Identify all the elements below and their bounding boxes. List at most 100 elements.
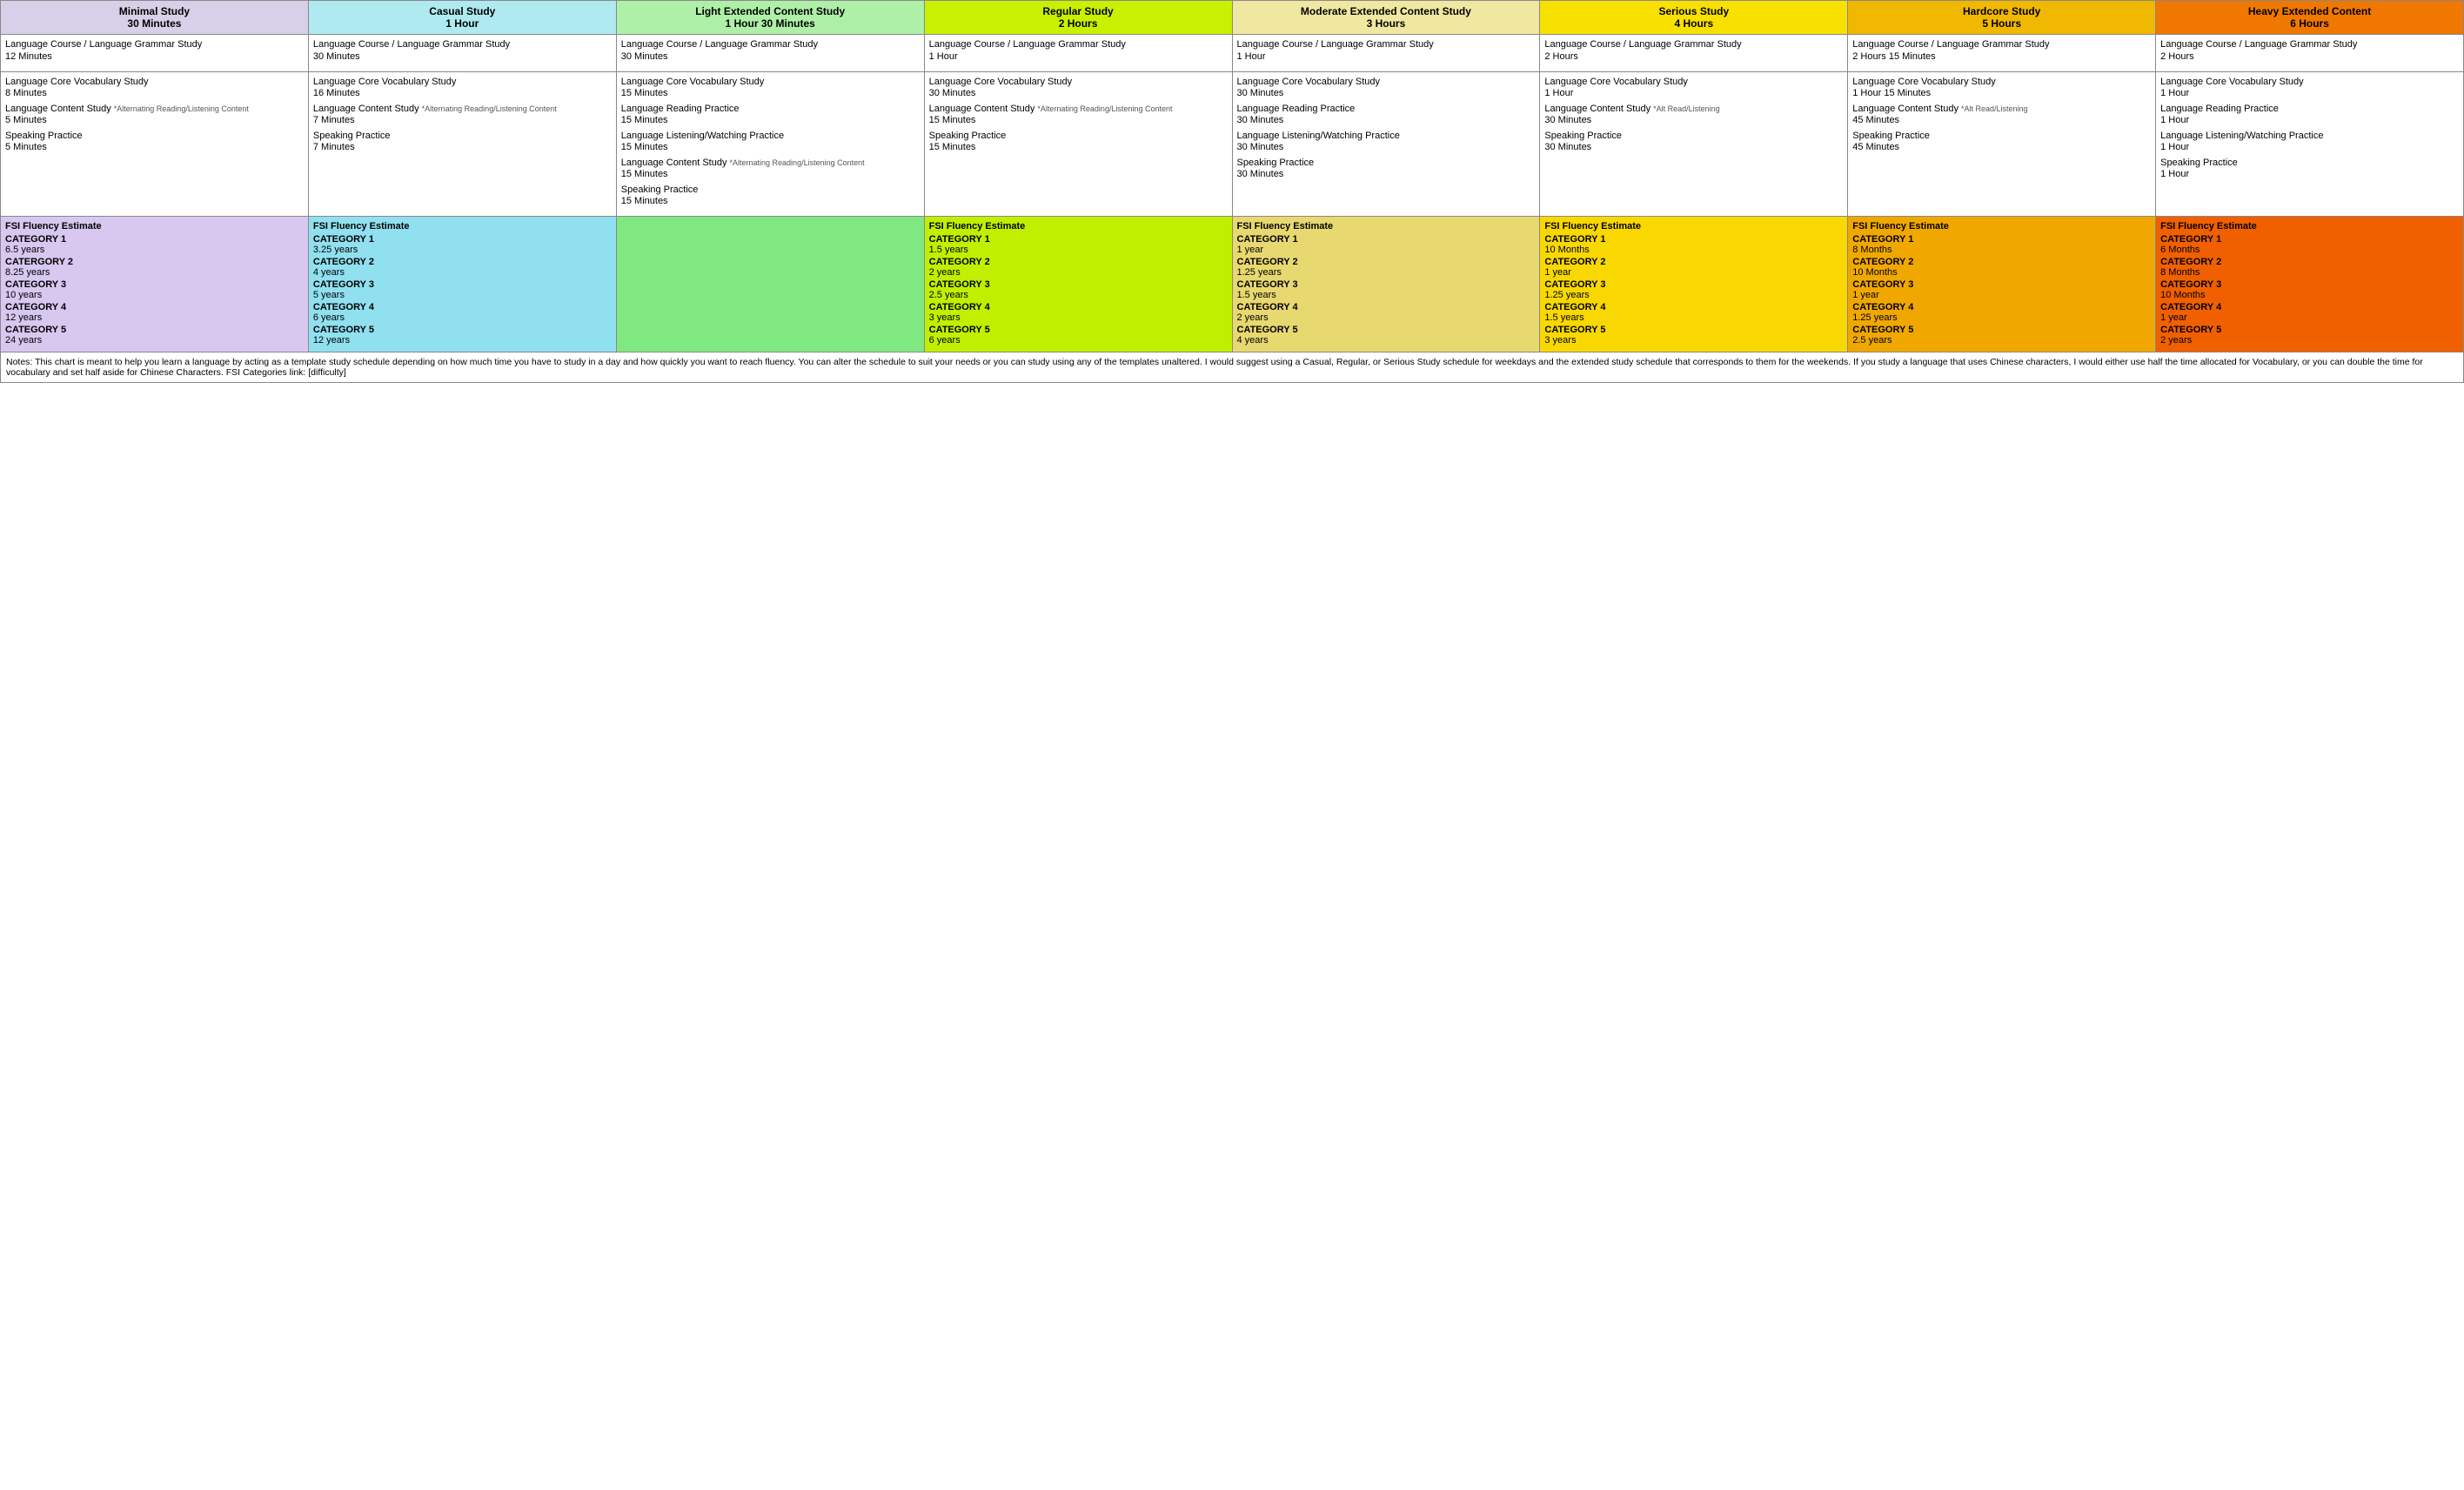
fluency-category: CATEGORY 4 <box>5 302 304 312</box>
fluency-value: 1 year <box>1852 290 2151 300</box>
activity-time: 12 Minutes <box>5 51 304 62</box>
activity-name: Speaking Practice <box>621 185 920 195</box>
activity-time: 1 Hour <box>2160 115 2459 125</box>
activity-name: Language Core Vocabulary Study <box>5 77 304 87</box>
grammar-cell-moderate: Language Course / Language Grammar Study… <box>1232 35 1540 72</box>
fluency-category: CATEGORY 2 <box>1852 257 2151 267</box>
activities-cell-hardcore: Language Core Vocabulary Study1 Hour 15 … <box>1848 72 2156 217</box>
fluency-cell-light <box>616 217 924 352</box>
activity-time: 30 Minutes <box>1544 115 1843 125</box>
activities-cell-regular: Language Core Vocabulary Study30 Minutes… <box>924 72 1232 217</box>
activity-time: 15 Minutes <box>621 196 920 206</box>
notes-row: Notes: This chart is meant to help you l… <box>1 352 2464 383</box>
fluency-category: CATEGORY 1 <box>1544 234 1843 245</box>
grammar-row: Language Course / Language Grammar Study… <box>1 35 2464 72</box>
activity-note: *Alternating Reading/Listening Content <box>114 104 249 113</box>
fluency-value: 2 years <box>929 267 1228 278</box>
study-schedule-table: Minimal Study30 MinutesCasual Study1 Hou… <box>0 0 2464 383</box>
activity-name: Language Core Vocabulary Study <box>2160 77 2459 87</box>
fluency-value: 12 years <box>313 335 612 346</box>
fluency-value: 10 Months <box>1852 267 2151 278</box>
fluency-cell-heavy: FSI Fluency EstimateCATEGORY 16 MonthsCA… <box>2156 217 2464 352</box>
activity-name: Language Core Vocabulary Study <box>313 77 612 87</box>
col-title: Heavy Extended Content <box>2161 5 2458 17</box>
activity-name: Language Content Study *Alt Read/Listeni… <box>1544 104 1843 114</box>
fluency-category: CATEGORY 2 <box>929 257 1228 267</box>
fluency-value: 1.5 years <box>1237 290 1536 300</box>
fluency-value: 24 years <box>5 335 304 346</box>
activity-name: Speaking Practice <box>1237 158 1536 168</box>
activity-note: *Alternating Reading/Listening Content <box>730 158 865 167</box>
fluency-category: CATEGORY 5 <box>929 325 1228 335</box>
fluency-category: CATEGORY 1 <box>313 234 612 245</box>
activity-time: 30 Minutes <box>1544 142 1843 152</box>
activities-cell-casual: Language Core Vocabulary Study16 Minutes… <box>308 72 616 217</box>
fluency-category: CATEGORY 4 <box>929 302 1228 312</box>
activity-time: 15 Minutes <box>621 142 920 152</box>
col-duration: 1 Hour <box>314 17 611 30</box>
fluency-category: CATEGORY 4 <box>1852 302 2151 312</box>
activity-time: 30 Minutes <box>1237 142 1536 152</box>
activity-time: 1 Hour <box>2160 142 2459 152</box>
activity-name: Language Listening/Watching Practice <box>621 131 920 141</box>
fluency-category: CATEGORY 5 <box>1237 325 1536 335</box>
col-title: Regular Study <box>930 5 1227 17</box>
activity-name: Speaking Practice <box>929 131 1228 141</box>
activity-time: 7 Minutes <box>313 142 612 152</box>
header-light: Light Extended Content Study1 Hour 30 Mi… <box>616 1 924 35</box>
fluency-value: 1 year <box>1544 267 1843 278</box>
fluency-value: 4 years <box>1237 335 1536 346</box>
col-duration: 6 Hours <box>2161 17 2458 30</box>
col-duration: 3 Hours <box>1238 17 1535 30</box>
activity-time: 30 Minutes <box>313 51 612 62</box>
fluency-category: CATEGORY 2 <box>1237 257 1536 267</box>
fluency-value: 6.5 years <box>5 245 304 255</box>
grammar-cell-casual: Language Course / Language Grammar Study… <box>308 35 616 72</box>
fluency-value: 2.5 years <box>929 290 1228 300</box>
fluency-category: CATEGORY 2 <box>313 257 612 267</box>
fluency-category: CATEGORY 1 <box>5 234 304 245</box>
col-duration: 4 Hours <box>1545 17 1842 30</box>
activity-time: 30 Minutes <box>929 88 1228 98</box>
fluency-category: CATEGORY 1 <box>2160 234 2459 245</box>
fluency-value: 2.5 years <box>1852 335 2151 346</box>
activity-time: 15 Minutes <box>621 88 920 98</box>
header-hardcore: Hardcore Study5 Hours <box>1848 1 2156 35</box>
fluency-row: FSI Fluency EstimateCATEGORY 16.5 yearsC… <box>1 217 2464 352</box>
activity-name: Language Course / Language Grammar Study <box>1237 39 1536 50</box>
activity-name: Language Core Vocabulary Study <box>929 77 1228 87</box>
activity-time: 5 Minutes <box>5 142 304 152</box>
fluency-category: CATEGORY 2 <box>2160 257 2459 267</box>
activity-name: Language Core Vocabulary Study <box>621 77 920 87</box>
fluency-category: CATEGORY 2 <box>1544 257 1843 267</box>
fluency-value: 6 Months <box>2160 245 2459 255</box>
activity-name: Language Reading Practice <box>2160 104 2459 114</box>
fluency-category: CATEGORY 3 <box>313 279 612 290</box>
fluency-value: 1 year <box>2160 312 2459 323</box>
grammar-cell-serious: Language Course / Language Grammar Study… <box>1540 35 1848 72</box>
fluency-cell-serious: FSI Fluency EstimateCATEGORY 110 MonthsC… <box>1540 217 1848 352</box>
activity-name: Language Reading Practice <box>1237 104 1536 114</box>
col-duration: 1 Hour 30 Minutes <box>622 17 919 30</box>
activity-name: Language Course / Language Grammar Study <box>621 39 920 50</box>
fluency-value: 1 year <box>1237 245 1536 255</box>
activity-time: 1 Hour 15 Minutes <box>1852 88 2151 98</box>
activity-time: 30 Minutes <box>1237 115 1536 125</box>
activity-name: Language Core Vocabulary Study <box>1852 77 2151 87</box>
activities-row: Language Core Vocabulary Study8 MinutesL… <box>1 72 2464 217</box>
fluency-category: CATEGORY 5 <box>1544 325 1843 335</box>
grammar-cell-light: Language Course / Language Grammar Study… <box>616 35 924 72</box>
fluency-category: CATEGORY 5 <box>313 325 612 335</box>
activities-cell-moderate: Language Core Vocabulary Study30 Minutes… <box>1232 72 1540 217</box>
col-duration: 30 Minutes <box>6 17 303 30</box>
fluency-category: CATEGORY 3 <box>1237 279 1536 290</box>
col-title: Serious Study <box>1545 5 1842 17</box>
header-heavy: Heavy Extended Content6 Hours <box>2156 1 2464 35</box>
header-minimal: Minimal Study30 Minutes <box>1 1 309 35</box>
activity-name: Language Course / Language Grammar Study <box>1544 39 1843 50</box>
col-title: Light Extended Content Study <box>622 5 919 17</box>
activity-name: Language Content Study *Alternating Read… <box>929 104 1228 114</box>
fluency-value: 8 Months <box>1852 245 2151 255</box>
activity-name: Speaking Practice <box>5 131 304 141</box>
fluency-category: CATEGORY 3 <box>1544 279 1843 290</box>
